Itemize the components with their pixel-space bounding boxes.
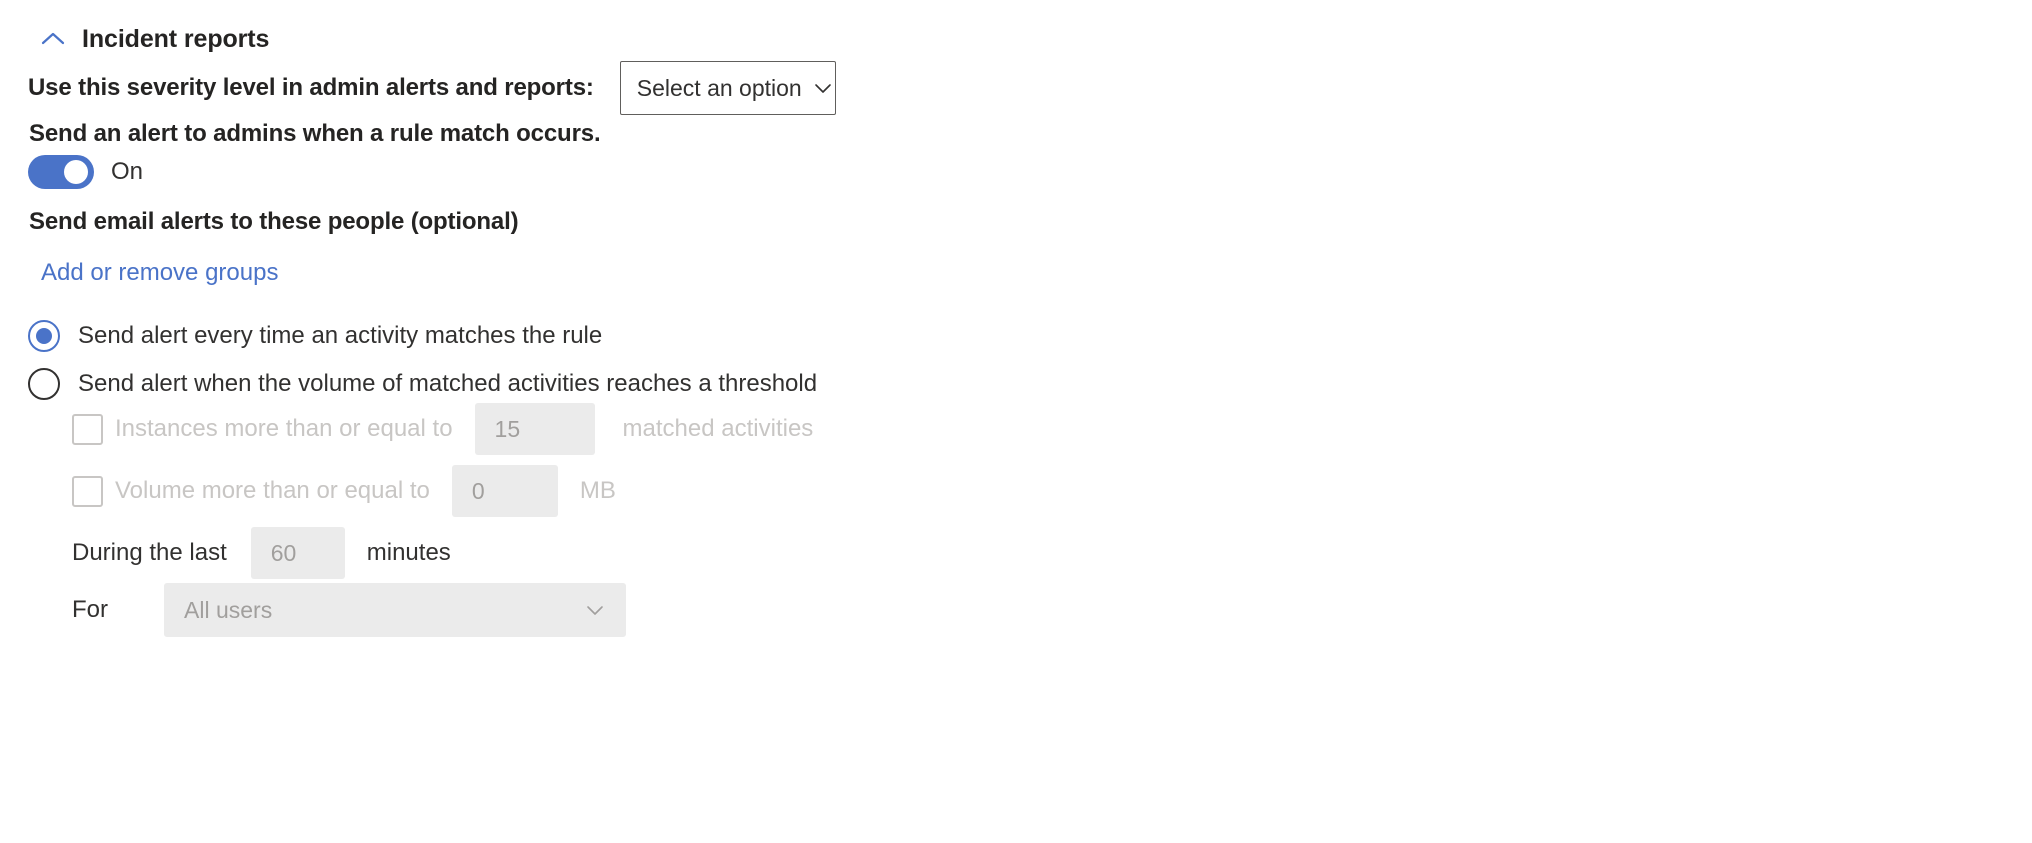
duration-label: During the last bbox=[72, 539, 227, 566]
incident-reports-section-header[interactable]: Incident reports bbox=[38, 22, 269, 56]
toggle-knob bbox=[64, 160, 88, 184]
duration-minutes-input[interactable]: 60 bbox=[250, 527, 345, 579]
alert-mode-option-every-time[interactable]: Send alert every time an activity matche… bbox=[28, 320, 602, 352]
severity-level-label: Use this severity level in admin alerts … bbox=[28, 74, 594, 101]
page-title: Incident reports bbox=[82, 24, 270, 53]
severity-level-dropdown[interactable]: Select an option bbox=[619, 61, 836, 115]
severity-level-dropdown-value: Select an option bbox=[636, 74, 802, 101]
checkbox-instances-label: Instances more than or equal to bbox=[115, 415, 453, 442]
checkbox-instances[interactable] bbox=[72, 413, 103, 445]
instances-count-input[interactable]: 15 bbox=[474, 403, 595, 455]
radio-every-time[interactable] bbox=[28, 320, 60, 352]
threshold-scope-row: For All users bbox=[72, 583, 626, 637]
threshold-duration-row: During the last 60 minutes bbox=[72, 527, 451, 579]
threshold-instances-row: Instances more than or equal to 15 match… bbox=[72, 403, 813, 455]
severity-level-row: Use this severity level in admin alerts … bbox=[28, 60, 836, 116]
admin-alert-toggle-state: On bbox=[111, 158, 144, 185]
scope-users-dropdown[interactable]: All users bbox=[164, 583, 626, 637]
admin-alert-toggle[interactable] bbox=[28, 155, 94, 189]
incident-reports-panel: Incident reports Use this severity level… bbox=[0, 0, 2032, 843]
radio-threshold[interactable] bbox=[28, 368, 60, 400]
duration-unit-label: minutes bbox=[366, 539, 451, 566]
volume-unit-label: MB bbox=[579, 477, 616, 504]
scope-users-dropdown-value: All users bbox=[184, 596, 273, 623]
radio-every-time-label: Send alert every time an activity matche… bbox=[78, 322, 603, 349]
admin-alert-label: Send an alert to admins when a rule matc… bbox=[29, 120, 601, 147]
checkbox-volume-label: Volume more than or equal to bbox=[115, 477, 430, 504]
chevron-down-icon bbox=[584, 599, 606, 621]
email-alerts-label: Send email alerts to these people (optio… bbox=[29, 208, 519, 235]
volume-size-input[interactable]: 0 bbox=[451, 465, 558, 517]
alert-mode-option-threshold[interactable]: Send alert when the volume of matched ac… bbox=[28, 368, 817, 400]
checkbox-volume[interactable] bbox=[72, 475, 103, 507]
threshold-volume-row: Volume more than or equal to 0 MB bbox=[72, 465, 616, 517]
chevron-down-icon bbox=[812, 77, 834, 99]
chevron-up-icon[interactable] bbox=[38, 24, 68, 54]
add-or-remove-groups-link[interactable]: Add or remove groups bbox=[41, 259, 278, 287]
radio-threshold-label: Send alert when the volume of matched ac… bbox=[78, 370, 818, 397]
admin-alert-toggle-row: On bbox=[28, 152, 143, 192]
instances-unit-label: matched activities bbox=[622, 415, 814, 442]
scope-label: For bbox=[72, 596, 108, 623]
